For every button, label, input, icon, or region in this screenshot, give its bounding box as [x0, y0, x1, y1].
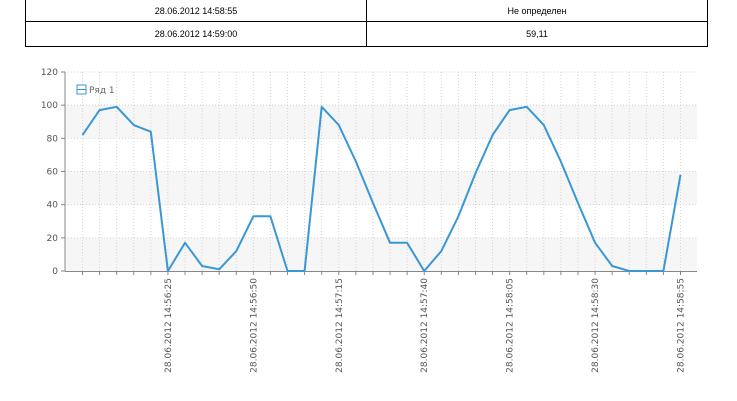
chart-legend[interactable]: Ряд 1	[76, 84, 115, 96]
y-tick-label: 100	[41, 101, 58, 111]
data-point	[458, 216, 459, 217]
data-point	[492, 135, 493, 136]
chart-bands	[65, 105, 697, 271]
data-point	[219, 269, 220, 270]
data-point	[185, 242, 186, 243]
data-point	[150, 131, 151, 132]
data-point	[680, 174, 681, 175]
y-tick-label: 40	[47, 201, 59, 211]
x-tick-label: 28.06.2012 14:56:25	[164, 278, 174, 373]
data-point	[321, 106, 322, 107]
x-tick-label: 28.06.2012 14:58:30	[591, 278, 601, 373]
data-point	[82, 135, 83, 136]
data-point	[287, 271, 288, 272]
y-tick-label: 120	[41, 68, 58, 78]
x-tick-label: 28.06.2012 14:58:05	[506, 278, 516, 373]
data-point	[441, 251, 442, 252]
y-tick-label: 80	[47, 134, 59, 144]
data-point	[253, 216, 254, 217]
x-axis-ticks: 28.06.2012 14:56:25 28.06.2012 14:56:50 28…	[164, 278, 687, 373]
data-point	[663, 271, 664, 272]
data-point	[304, 271, 305, 272]
data-point	[116, 106, 117, 107]
legend-label: Ряд 1	[89, 86, 115, 96]
data-point	[167, 271, 168, 272]
x-tick-label: 28.06.2012 14:58:55	[677, 278, 687, 373]
y-tick-label: 60	[47, 168, 59, 178]
data-point	[236, 251, 237, 252]
x-tick-label: 28.06.2012 14:57:40	[420, 278, 430, 373]
y-axis-ticks: 0 20 40 60 80 100 120	[41, 68, 65, 277]
data-point	[202, 266, 203, 267]
data-point	[526, 106, 527, 107]
data-point	[99, 110, 100, 111]
x-tick-label: 28.06.2012 14:56:50	[249, 278, 259, 373]
data-point	[372, 203, 373, 204]
data-point	[543, 125, 544, 126]
data-point	[407, 242, 408, 243]
data-point	[509, 110, 510, 111]
data-point	[612, 266, 613, 267]
data-point	[424, 271, 425, 272]
y-tick-label: 20	[47, 234, 59, 244]
chart-band	[65, 105, 697, 139]
data-point	[270, 216, 271, 217]
data-point	[577, 203, 578, 204]
data-point	[133, 125, 134, 126]
data-point	[646, 271, 647, 272]
data-point	[560, 161, 561, 162]
chart-band	[65, 237, 697, 271]
data-point	[390, 242, 391, 243]
y-tick-label: 0	[52, 267, 58, 277]
data-point	[595, 242, 596, 243]
data-point	[355, 161, 356, 162]
x-tick-label: 28.06.2012 14:57:15	[335, 278, 345, 373]
line-chart: 020406080100120 28.06.2012 14:56:25 28.06…	[41, 68, 697, 373]
data-point	[338, 125, 339, 126]
data-point	[629, 271, 630, 272]
data-point	[475, 173, 476, 174]
